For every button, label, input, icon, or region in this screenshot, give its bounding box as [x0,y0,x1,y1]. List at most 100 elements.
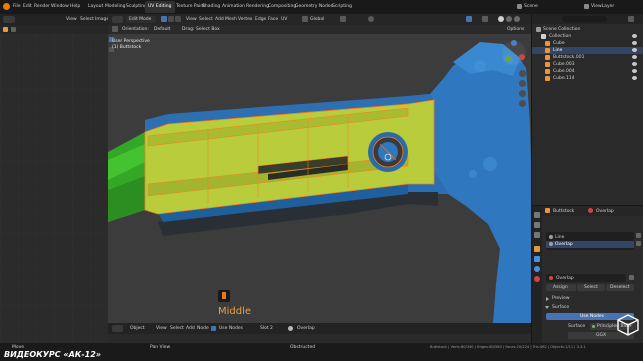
shading-solid-icon[interactable] [498,16,504,22]
tab-compositing[interactable]: Compositing [268,3,296,10]
vp-menu-add[interactable]: Add [215,16,224,23]
tab-scripting[interactable]: Scripting [332,3,352,10]
vp-menu-mesh[interactable]: Mesh [225,16,237,23]
outliner-area[interactable]: Scene Collection Collection Cube Line Bu… [531,14,643,205]
tab-sculpting[interactable]: Sculpting [126,3,147,10]
tab-uv-editing[interactable]: UV Editing [148,3,171,10]
eye-icon[interactable] [632,62,637,66]
output-tab-icon[interactable] [534,232,540,238]
menu-render[interactable]: Render [34,3,50,10]
node-menu-add[interactable]: Add [186,325,195,332]
tool-tab-icon[interactable] [534,212,540,218]
menu-window[interactable]: Window [51,3,69,10]
mode-selector[interactable]: Edit Mode [126,16,156,23]
pan-icon[interactable] [519,80,526,87]
list-item[interactable]: Overlap [546,241,634,248]
node-material-field[interactable]: Overlap [297,325,315,332]
node-editor-type-icon[interactable] [112,325,123,332]
scene-selector[interactable]: Scene [524,3,538,10]
tab-layout[interactable]: Layout [88,3,103,10]
vp-menu-face[interactable]: Face [268,16,278,23]
remove-slot-icon[interactable] [636,241,641,246]
eye-icon[interactable] [632,34,637,38]
menu-file[interactable]: File [13,3,21,10]
shading-material-icon[interactable] [506,16,512,22]
xray-icon[interactable] [482,16,488,22]
transform-orientation[interactable]: Global [310,16,324,23]
uv-sync-icon[interactable] [3,27,8,32]
transform-tool-icon[interactable] [112,26,118,32]
eye-icon[interactable] [632,41,637,45]
shading-rendered-icon[interactable] [514,16,520,22]
blender-logo-icon[interactable] [3,3,10,10]
camera-view-icon[interactable] [519,90,526,97]
properties-area[interactable]: Buttstock Overlap Line Overlap Overlap A… [531,205,643,344]
vp-menu-view[interactable]: View [186,16,197,23]
tab-rendering[interactable]: Rendering [246,3,269,10]
outliner-item[interactable]: Cube.114 [532,75,643,82]
transform-orientation-icon[interactable] [302,16,308,22]
eye-icon[interactable] [632,48,637,52]
eye-icon[interactable] [632,76,637,80]
material-tab-icon[interactable] [534,276,540,282]
orientation-dropdown[interactable]: Default [154,26,170,33]
surface-panel[interactable]: Surface [544,304,642,311]
outliner-item[interactable]: Buttstock.001 [532,54,643,61]
menu-edit[interactable]: Edit [23,3,32,10]
tab-modeling[interactable]: Modeling [105,3,125,10]
node-menu-node[interactable]: Node [197,325,209,332]
uv-editor-area[interactable]: View Select Image [0,14,109,343]
material-slot-list[interactable]: Line Overlap [546,232,634,250]
snap-icon[interactable] [340,16,346,22]
drag-dropdown[interactable]: Select Box [196,26,220,33]
editor-type-icon[interactable] [3,16,15,23]
node-object-dropdown[interactable]: Object [130,325,145,332]
overlay-icon[interactable] [466,16,472,22]
uv-menu-view[interactable]: View [66,16,77,23]
copy-material-icon[interactable] [629,275,634,280]
uv-menu-image[interactable]: Image [95,16,109,23]
select-face-icon[interactable] [175,16,181,22]
eye-icon[interactable] [632,69,637,73]
navigation-gizmo[interactable] [500,39,528,67]
zoom-icon[interactable] [519,70,526,77]
uv-menu-select[interactable]: Select [80,16,94,23]
tab-geometry-nodes[interactable]: Geometry Nodes [295,3,333,10]
proportional-edit-icon[interactable] [368,16,374,22]
assign-button[interactable]: Assign [546,284,576,291]
eye-icon[interactable] [632,55,637,59]
preview-panel[interactable]: Preview [544,295,642,302]
use-nodes-checkbox[interactable] [211,326,216,331]
vp-menu-select[interactable]: Select [199,16,213,23]
object-tab-icon[interactable] [534,246,540,252]
node-menu-view[interactable]: View [156,325,167,332]
vp-menu-uv[interactable]: UV [281,16,287,23]
tab-shading[interactable]: Shading [202,3,220,10]
outliner-item[interactable]: Cube.003 [532,61,643,68]
physics-tab-icon[interactable] [534,266,540,272]
options-dropdown[interactable]: Options [507,26,524,33]
perspective-toggle-icon[interactable] [519,100,526,107]
vp-menu-vertex[interactable]: Vertex [238,16,252,23]
mesh-view[interactable] [108,34,531,323]
outliner-root[interactable]: Scene Collection [543,26,580,33]
uv-select-mode-icon[interactable] [11,27,16,32]
outliner-item[interactable]: Line [532,47,643,54]
tab-animation[interactable]: Animation [222,3,245,10]
deselect-button[interactable]: Deselect [606,284,634,291]
outliner-item[interactable]: Cube [532,40,643,47]
modifier-tab-icon[interactable] [534,256,540,262]
filter-icon[interactable] [628,16,634,22]
menu-help[interactable]: Help [70,3,80,10]
tab-texture-paint[interactable]: Texture Paint [176,3,205,10]
outliner-item[interactable]: Collection [532,33,643,40]
vp-menu-edge[interactable]: Edge [255,16,266,23]
node-menu-select[interactable]: Select [170,325,184,332]
view-layer-selector[interactable]: ViewLayer [591,3,614,10]
render-tab-icon[interactable] [534,222,540,228]
list-item[interactable]: Line [546,234,634,241]
node-slot-dropdown[interactable]: Slot 2 [260,325,273,332]
select-edge-icon[interactable] [168,16,174,22]
viewport-area[interactable]: Edit Mode View Select Add Mesh Vertex Ed… [108,14,531,323]
add-slot-icon[interactable] [636,233,641,238]
